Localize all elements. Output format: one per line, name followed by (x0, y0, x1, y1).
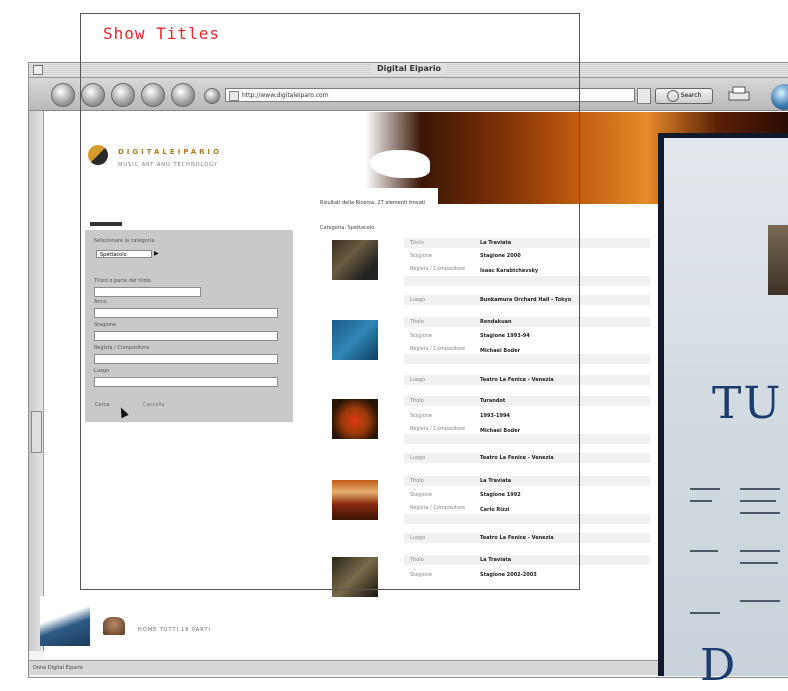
poster-text-line (740, 550, 780, 552)
poster-text-line (740, 488, 780, 490)
show-titles-frame (80, 13, 580, 590)
globe-icon[interactable] (771, 84, 788, 110)
sidebar-tab-strip[interactable] (29, 111, 44, 651)
show-titles-label: Show Titles (103, 24, 220, 43)
poster-text-line (740, 600, 780, 602)
poster-text-line (740, 512, 780, 514)
address-go-button[interactable] (637, 88, 651, 104)
search-button[interactable]: Search (655, 88, 713, 104)
poster-bottom-title: D (700, 640, 736, 691)
poster-text-line (690, 488, 720, 490)
poster-text-line (690, 550, 718, 552)
poster-figure (768, 225, 788, 295)
footer-links[interactable]: HOME TUTTI LE PARTI (138, 627, 211, 633)
print-icon[interactable] (727, 86, 751, 102)
poster-text-line (740, 562, 778, 564)
poster-text-line (690, 612, 720, 614)
sidebar-tab-handle[interactable] (31, 411, 42, 453)
poster-title: TU (712, 378, 783, 429)
magnifier-icon (666, 89, 679, 102)
poster-text-line (740, 500, 776, 502)
poster-text-line (690, 500, 712, 502)
back-button[interactable] (51, 83, 75, 107)
footer-logo-icon[interactable] (103, 617, 125, 635)
footer-wave-graphic (40, 596, 90, 646)
